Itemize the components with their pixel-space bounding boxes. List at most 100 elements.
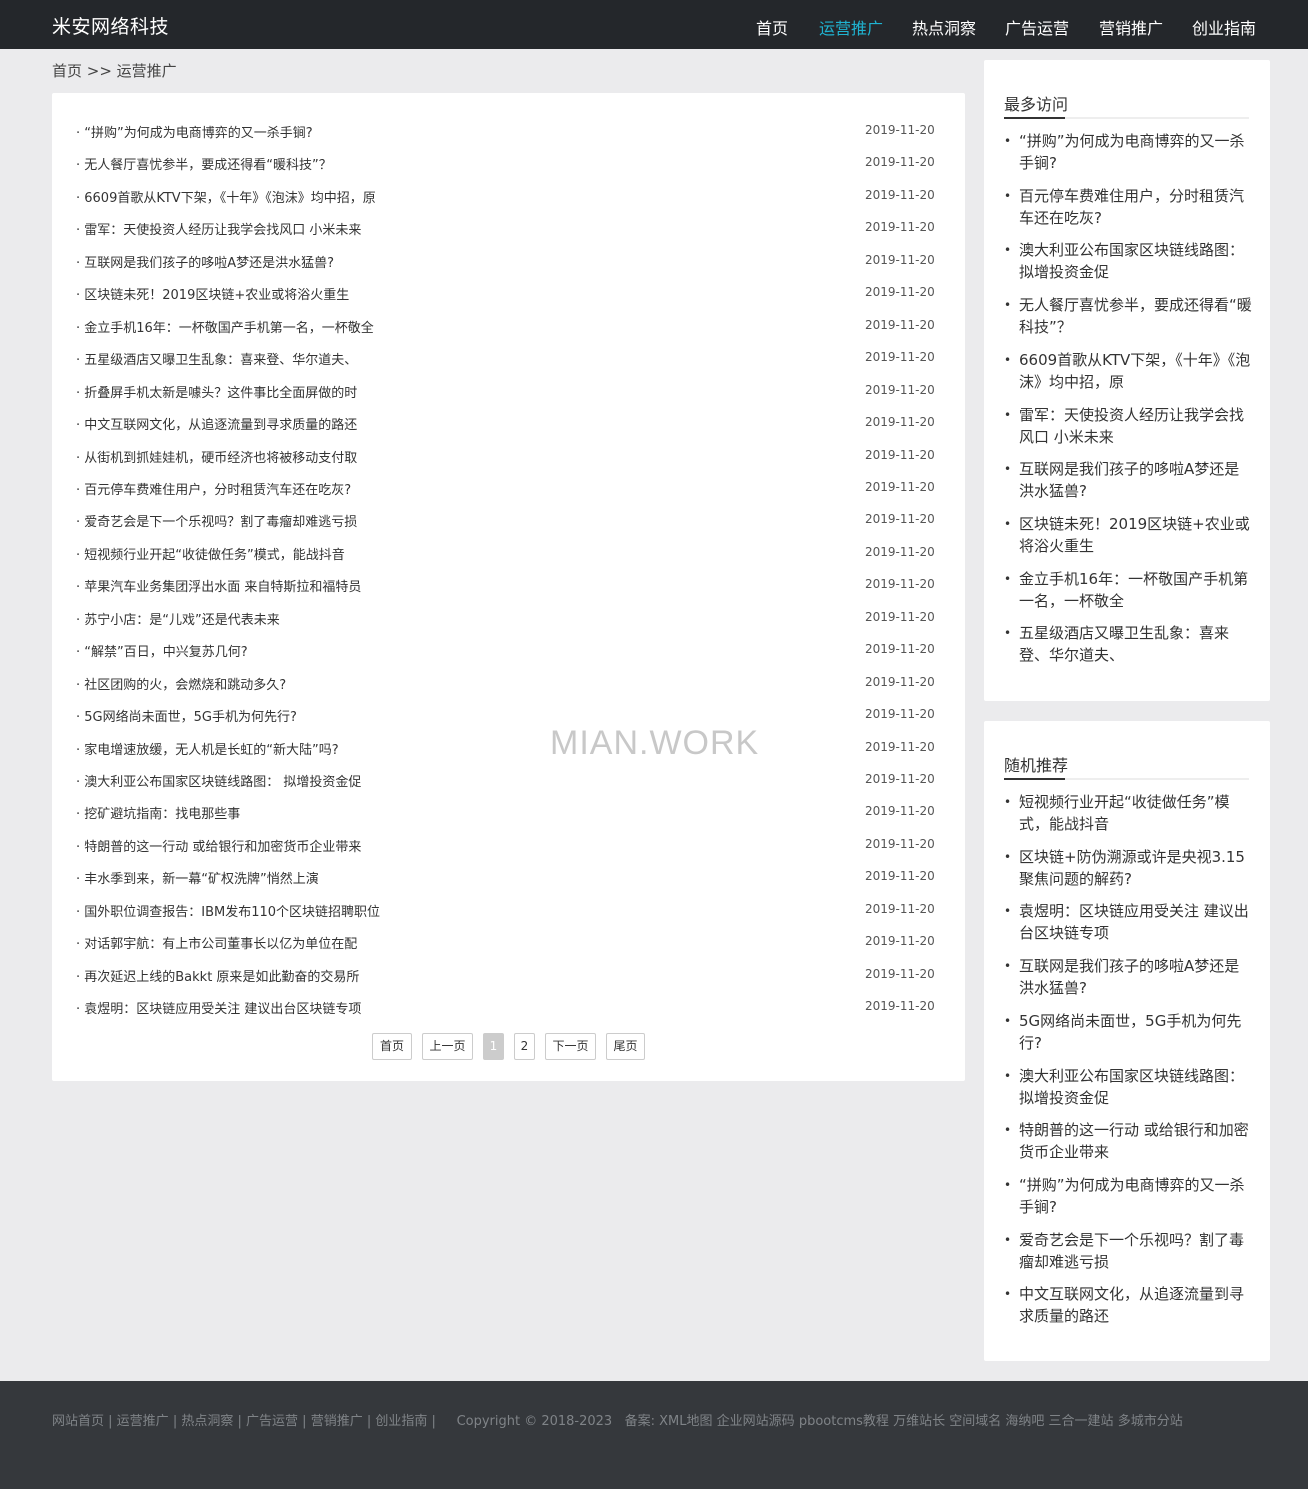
- pager-last-button[interactable]: 尾页: [606, 1033, 645, 1060]
- article-title-link[interactable]: · 国外职位调查报告：IBM发布110个区块链招聘职位: [76, 901, 380, 920]
- sidebar-item-label: 雷军：天使投资人经历让我学会找风口 小米未来: [1019, 405, 1245, 446]
- pager-next-button[interactable]: 下一页: [545, 1033, 596, 1060]
- article-title-link[interactable]: · 百元停车费难住用户，分时租赁汽车还在吃灰?: [76, 479, 351, 498]
- nav-marketing[interactable]: 营销推广: [1099, 15, 1163, 39]
- footer-extra-link[interactable]: 万维站长: [893, 1414, 945, 1429]
- bullet-icon: •: [1004, 571, 1012, 586]
- sidebar-list-item[interactable]: • “拼购”为何成为电商博弈的又一杀手锏?: [1004, 130, 1254, 174]
- sidebar-list-item[interactable]: • 雷军：天使投资人经历让我学会找风口 小米未来: [1004, 404, 1254, 448]
- sidebar-list-item[interactable]: • 中文互联网文化，从追逐流量到寻求质量的路还: [1004, 1283, 1254, 1327]
- list-item: · 从街机到抓娃娃机，硬币经济也将被移动支付取 2019-11-20: [52, 439, 965, 471]
- footer-extra-link[interactable]: XML地图: [659, 1414, 712, 1429]
- footer-extra-link[interactable]: 三合一建站: [1049, 1414, 1114, 1429]
- article-title-link[interactable]: · “解禁”百日，中兴复苏几何?: [76, 641, 248, 660]
- footer-nav-link[interactable]: 创业指南: [375, 1414, 427, 1429]
- article-title-link[interactable]: · 金立手机16年：一杯敬国产手机第一名，一杯敬全: [76, 317, 374, 336]
- nav-ad-operation[interactable]: 广告运营: [1005, 15, 1069, 39]
- article-title-link[interactable]: · 社区团购的火，会燃烧和跳动多久?: [76, 674, 286, 693]
- article-title-link[interactable]: · 再次延迟上线的Bakkt 原来是如此勤奋的交易所: [76, 966, 359, 985]
- nav-hot-insights[interactable]: 热点洞察: [912, 15, 976, 39]
- sidebar-list-item[interactable]: • 百元停车费难住用户，分时租赁汽车还在吃灰?: [1004, 185, 1254, 229]
- footer-spacer: [612, 1414, 624, 1429]
- footer-nav-link[interactable]: 广告运营: [246, 1414, 298, 1429]
- list-item: · “拼购”为何成为电商博弈的又一杀手锏? 2019-11-20: [52, 114, 965, 146]
- list-item: · 区块链未死！2019区块链+农业或将浴火重生 2019-11-20: [52, 276, 965, 308]
- article-date: 2019-11-20: [865, 966, 935, 981]
- footer: 网站首页 | 运营推广 | 热点洞察 | 广告运营 | 营销推广 | 创业指南 …: [0, 1381, 1308, 1489]
- article-title-link[interactable]: · 苹果汽车业务集团浮出水面 来自特斯拉和福特员: [76, 576, 361, 595]
- nav-startup-guide[interactable]: 创业指南: [1192, 15, 1256, 39]
- sidebar-list-item[interactable]: • 区块链未死！2019区块链+农业或将浴火重生: [1004, 513, 1254, 557]
- pager-prev-button[interactable]: 上一页: [422, 1033, 473, 1060]
- list-item: · 五星级酒店又曝卫生乱象：喜来登、华尔道夫、 2019-11-20: [52, 341, 965, 373]
- bullet-icon: •: [1004, 1177, 1012, 1192]
- article-title-link[interactable]: · 5G网络尚未面世，5G手机为何先行?: [76, 706, 297, 725]
- bullet-icon: •: [1004, 298, 1012, 313]
- footer-extra-link[interactable]: 空间域名: [949, 1414, 1001, 1429]
- sidebar-list-item[interactable]: • 爱奇艺会是下一个乐视吗？割了毒瘤却难逃亏损: [1004, 1229, 1254, 1273]
- sidebar-list-item[interactable]: • 6609首歌从KTV下架，《十年》《泡沫》均中招，原: [1004, 349, 1254, 393]
- bullet-icon: •: [1004, 904, 1012, 919]
- article-title-link[interactable]: · 6609首歌从KTV下架，《十年》《泡沫》均中招，原: [76, 187, 376, 206]
- footer-separator: |: [298, 1414, 311, 1429]
- article-title-link[interactable]: · 雷军：天使投资人经历让我学会找风口 小米未来: [76, 219, 361, 238]
- bullet-icon: •: [1004, 352, 1012, 367]
- article-date: 2019-11-20: [865, 609, 935, 624]
- article-title-link[interactable]: · 丰水季到来，新一幕“矿权洗牌”悄然上演: [76, 868, 319, 887]
- article-title-link[interactable]: · 互联网是我们孩子的哆啦A梦还是洪水猛兽?: [76, 252, 334, 271]
- footer-nav-link[interactable]: 运营推广: [117, 1414, 169, 1429]
- article-title-link[interactable]: · 短视频行业开起“收徒做任务”模式，能战抖音: [76, 544, 345, 563]
- footer-nav-link[interactable]: 网站首页: [52, 1414, 104, 1429]
- article-title-link[interactable]: · 爱奇艺会是下一个乐视吗？割了毒瘤却难逃亏损: [76, 511, 357, 530]
- bullet-icon: •: [1004, 407, 1012, 422]
- sidebar-list-item[interactable]: • “拼购”为何成为电商博弈的又一杀手锏?: [1004, 1174, 1254, 1218]
- article-title-link[interactable]: · 苏宁小店：是“儿戏”还是代表未来: [76, 609, 280, 628]
- pager-page-1[interactable]: 1: [483, 1033, 504, 1060]
- sidebar-item-label: 五星级酒店又曝卫生乱象：喜来登、华尔道夫、: [1019, 624, 1230, 665]
- article-title-link[interactable]: · 从街机到抓娃娃机，硬币经济也将被移动支付取: [76, 447, 357, 466]
- sidebar-list-item[interactable]: • 澳大利亚公布国家区块链线路图：拟增投资金促: [1004, 239, 1254, 283]
- article-date: 2019-11-20: [865, 220, 935, 235]
- list-item: · 短视频行业开起“收徒做任务”模式，能战抖音 2019-11-20: [52, 536, 965, 568]
- footer-extra-link[interactable]: 海纳吧: [1005, 1414, 1044, 1429]
- footer-nav-link[interactable]: 热点洞察: [181, 1414, 233, 1429]
- breadcrumb[interactable]: 首页 >> 运营推广: [52, 60, 177, 81]
- sidebar-list-item[interactable]: • 互联网是我们孩子的哆啦A梦还是洪水猛兽?: [1004, 458, 1254, 502]
- sidebar-list-item[interactable]: • 特朗普的这一行动 或给银行和加密货币企业带来: [1004, 1119, 1254, 1163]
- sidebar-list-item[interactable]: • 区块链+防伪溯源或许是央视3.15聚焦问题的解药?: [1004, 846, 1254, 890]
- article-date: 2019-11-20: [865, 382, 935, 397]
- bullet-icon: •: [1004, 243, 1012, 258]
- article-title-link[interactable]: · 家电增速放缓，无人机是长虹的“新大陆”吗?: [76, 739, 339, 758]
- footer-extra-link[interactable]: 多城市分站: [1118, 1414, 1183, 1429]
- article-title-link[interactable]: · 挖矿避坑指南：找电那些事: [76, 803, 240, 822]
- sidebar-list-item[interactable]: • 互联网是我们孩子的哆啦A梦还是洪水猛兽?: [1004, 955, 1254, 999]
- sidebar-list-item[interactable]: • 澳大利亚公布国家区块链线路图：拟增投资金促: [1004, 1065, 1254, 1109]
- pager-first-button[interactable]: 首页: [372, 1033, 412, 1060]
- nav-home[interactable]: 首页: [756, 15, 788, 39]
- bullet-icon: •: [1004, 795, 1012, 809]
- sidebar-title-recommended: 随机推荐: [1004, 756, 1069, 775]
- article-title-link[interactable]: · 中文互联网文化，从追逐流量到寻求质量的路还: [76, 414, 357, 433]
- sidebar-list-item[interactable]: • 短视频行业开起“收徒做任务”模式，能战抖音: [1004, 791, 1254, 835]
- footer-nav-link[interactable]: 营销推广: [311, 1414, 363, 1429]
- sidebar-list-item[interactable]: • 5G网络尚未面世，5G手机为何先行?: [1004, 1010, 1254, 1054]
- article-title-link[interactable]: · 澳大利亚公布国家区块链线路图： 拟增投资金促: [76, 771, 361, 790]
- article-title-link[interactable]: · 五星级酒店又曝卫生乱象：喜来登、华尔道夫、: [76, 349, 357, 368]
- article-title-link[interactable]: · 对话郭宇航：有上市公司董事长以亿为单位在配: [76, 933, 357, 952]
- article-title-link[interactable]: · “拼购”为何成为电商博弈的又一杀手锏?: [76, 122, 313, 141]
- sidebar-list-item[interactable]: • 袁煜明：区块链应用受关注 建议出台区块链专项: [1004, 900, 1254, 944]
- footer-extra-link[interactable]: 企业网站源码: [717, 1414, 795, 1429]
- pager-page-2[interactable]: 2: [514, 1033, 535, 1060]
- sidebar-list-item[interactable]: • 金立手机16年：一杯敬国产手机第一名，一杯敬全: [1004, 568, 1254, 612]
- footer-extra-link[interactable]: pbootcms教程: [799, 1414, 889, 1429]
- article-title-link[interactable]: · 区块链未死！2019区块链+农业或将浴火重生: [76, 284, 349, 303]
- sidebar-list-item[interactable]: • 五星级酒店又曝卫生乱象：喜来登、华尔道夫、: [1004, 622, 1254, 666]
- article-title-link[interactable]: · 特朗普的这一行动 或给银行和加密货币企业带来: [76, 836, 361, 855]
- bullet-icon: •: [1004, 959, 1012, 974]
- sidebar-list-item[interactable]: • 无人餐厅喜忧参半，要成还得看“暖科技”？: [1004, 294, 1254, 338]
- article-title-link[interactable]: · 袁煜明：区块链应用受关注 建议出台区块链专项: [76, 998, 361, 1017]
- nav-operation-promotion[interactable]: 运营推广: [819, 15, 883, 39]
- sidebar-item-label: “拼购”为何成为电商博弈的又一杀手锏?: [1019, 132, 1245, 172]
- article-title-link[interactable]: · 无人餐厅喜忧参半，要成还得看“暖科技”？: [76, 154, 332, 173]
- article-title-link[interactable]: · 折叠屏手机太新是噱头？这件事比全面屏做的时: [76, 382, 357, 401]
